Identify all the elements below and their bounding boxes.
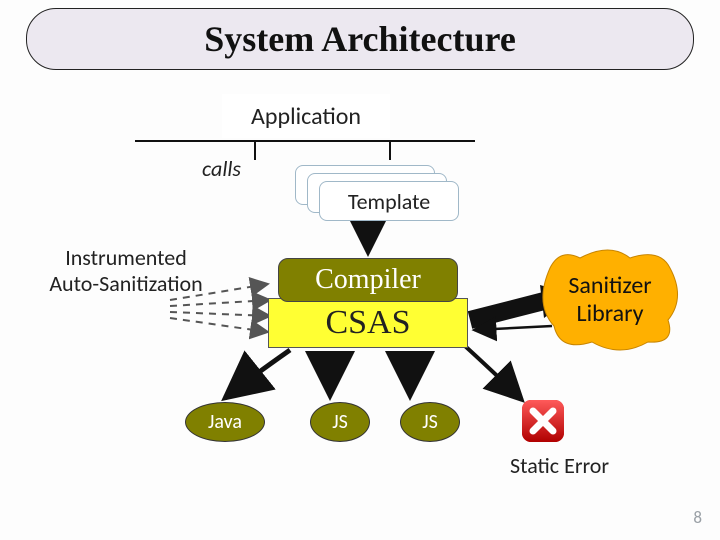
compiler-box: Compiler — [278, 258, 458, 302]
template-stack: Template — [295, 165, 459, 225]
compiler-label: Compiler — [315, 264, 421, 296]
template-label: Template — [348, 188, 430, 215]
template-card-front: Template — [319, 181, 459, 221]
error-icon — [520, 398, 566, 444]
output-js-2: JS — [400, 402, 460, 442]
page-title: System Architecture — [26, 8, 694, 70]
output-java-label: Java — [208, 410, 242, 434]
output-java: Java — [185, 402, 265, 442]
application-box: Application — [222, 94, 390, 138]
instrumented-label: Instrumented Auto-Sanitization — [26, 245, 226, 297]
sanitizer-line2: Library — [577, 299, 644, 328]
application-underline — [135, 140, 475, 142]
page-title-text: System Architecture — [204, 18, 516, 60]
compiler-group: Compiler CSAS — [268, 258, 468, 348]
output-js2-label: JS — [422, 410, 438, 434]
calls-label: calls — [202, 155, 241, 182]
instrumented-line2: Auto-Sanitization — [49, 270, 202, 297]
sanitizer-library-badge: Sanitizer Library — [540, 248, 680, 352]
sanitizer-line1: Sanitizer — [568, 271, 651, 300]
output-js-1: JS — [310, 402, 370, 442]
static-error-label: Static Error — [510, 452, 609, 479]
application-label: Application — [251, 102, 361, 131]
instrumented-line1: Instrumented — [65, 244, 187, 271]
page-number: 8 — [693, 507, 702, 528]
output-js1-label: JS — [332, 410, 348, 434]
csas-label: CSAS — [325, 304, 410, 342]
csas-box: CSAS — [268, 298, 468, 348]
